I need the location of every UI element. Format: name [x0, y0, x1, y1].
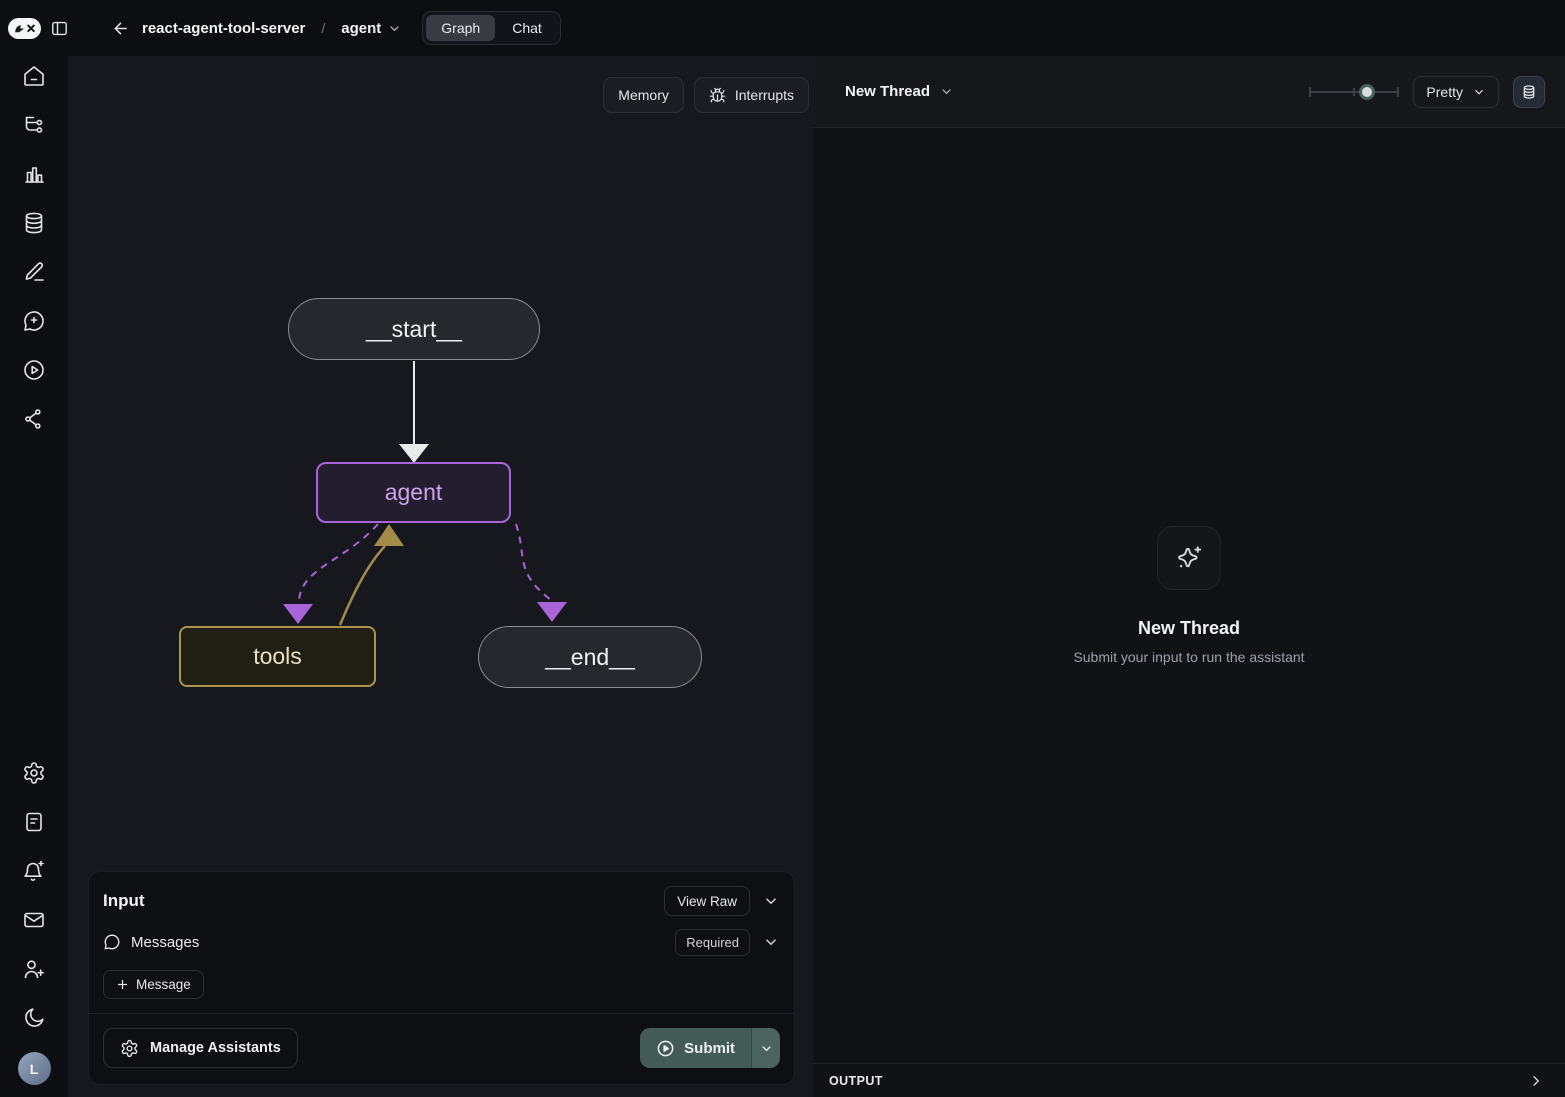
breadcrumb-separator: / — [321, 20, 325, 36]
submit-split-button: Submit — [640, 1028, 780, 1068]
view-mode-switch: Graph Chat — [422, 11, 561, 45]
manage-assistants-label: Manage Assistants — [150, 1040, 281, 1056]
message-bubble-icon — [103, 933, 121, 951]
interrupts-button[interactable]: Interrupts — [694, 77, 809, 113]
chevron-down-icon — [939, 84, 954, 99]
tracing-projects-icon[interactable] — [22, 113, 46, 137]
database-icon — [1521, 84, 1537, 100]
empty-state-subtitle: Submit your input to run the assistant — [1073, 649, 1304, 665]
state-view-button[interactable] — [1513, 76, 1545, 108]
thread-empty-state: New Thread Submit your input to run the … — [813, 128, 1565, 1063]
play-circle-icon — [656, 1039, 675, 1058]
playground-icon[interactable] — [22, 358, 46, 382]
node-end-label: __end__ — [545, 644, 635, 671]
graph-node-tools[interactable]: tools — [179, 626, 376, 687]
node-agent-label: agent — [385, 479, 443, 506]
memory-button[interactable]: Memory — [603, 77, 684, 113]
user-avatar[interactable]: L — [18, 1052, 51, 1085]
sidebar: L — [0, 56, 68, 1097]
app-root: react-agent-tool-server / agent Graph Ch… — [0, 0, 1565, 1097]
output-label: OUTPUT — [829, 1074, 883, 1088]
node-start-label: __start__ — [366, 316, 462, 343]
datasets-icon[interactable] — [22, 211, 46, 235]
monitoring-icon[interactable] — [22, 162, 46, 186]
deployments-icon[interactable] — [22, 407, 46, 431]
input-collapse-icon[interactable] — [762, 892, 780, 910]
interrupts-label: Interrupts — [735, 87, 794, 103]
required-badge: Required — [675, 929, 750, 956]
memory-label: Memory — [618, 87, 669, 103]
render-mode-value: Pretty — [1426, 84, 1463, 100]
prompts-icon[interactable] — [22, 309, 46, 333]
thread-selector[interactable]: New Thread — [845, 83, 954, 100]
view-raw-button[interactable]: View Raw — [664, 886, 750, 916]
thread-panel: New Thread Pretty — [813, 56, 1565, 1097]
chevron-right-icon[interactable] — [1527, 1072, 1545, 1090]
input-panel: Input View Raw Messages Required — [88, 871, 795, 1085]
output-section[interactable]: OUTPUT — [813, 1063, 1565, 1097]
sidebar-toggle-icon[interactable] — [50, 19, 69, 38]
add-message-label: Message — [136, 977, 191, 992]
bug-icon — [709, 87, 726, 104]
notifications-icon[interactable] — [22, 859, 46, 883]
gear-icon — [120, 1039, 139, 1058]
graph-node-start[interactable]: __start__ — [288, 298, 540, 360]
detail-level-slider[interactable] — [1309, 82, 1399, 102]
thread-header: New Thread Pretty — [813, 56, 1565, 128]
messages-collapse-icon[interactable] — [762, 933, 780, 951]
chevron-down-icon — [387, 21, 402, 36]
render-mode-select[interactable]: Pretty — [1413, 76, 1499, 108]
chevron-down-icon — [1472, 85, 1486, 99]
graph-node-end[interactable]: __end__ — [478, 626, 702, 688]
tab-chat[interactable]: Chat — [497, 15, 557, 41]
submit-options-icon[interactable] — [751, 1028, 780, 1068]
thread-title-label: New Thread — [845, 83, 930, 100]
assistant-selector[interactable]: agent — [341, 20, 402, 37]
breadcrumb-project: react-agent-tool-server — [142, 20, 305, 37]
node-tools-label: tools — [253, 643, 302, 670]
plus-icon — [116, 978, 129, 991]
langsmith-logo — [8, 18, 41, 39]
home-icon[interactable] — [22, 64, 46, 88]
input-panel-title: Input — [103, 891, 145, 911]
empty-state-title: New Thread — [1138, 618, 1240, 639]
submit-label: Submit — [684, 1040, 735, 1057]
settings-icon[interactable] — [22, 761, 46, 785]
tab-graph[interactable]: Graph — [426, 15, 495, 41]
slider-handle[interactable] — [1359, 84, 1375, 100]
assistant-name: agent — [341, 20, 381, 37]
graph-canvas[interactable]: Memory Interrupts — [68, 56, 813, 1097]
messages-field-label: Messages — [131, 934, 199, 951]
invite-members-icon[interactable] — [22, 957, 46, 981]
graph-node-agent[interactable]: agent — [316, 462, 511, 523]
graph-toolbar: Memory Interrupts — [603, 77, 809, 113]
back-icon[interactable] — [111, 19, 130, 38]
add-message-button[interactable]: Message — [103, 970, 204, 999]
parrot-tools-icon — [11, 21, 38, 36]
sparkles-icon — [1175, 544, 1203, 572]
documentation-icon[interactable] — [22, 810, 46, 834]
avatar-initial: L — [30, 1061, 39, 1077]
new-thread-card — [1157, 526, 1221, 590]
feedback-icon[interactable] — [22, 908, 46, 932]
submit-button[interactable]: Submit — [640, 1028, 751, 1068]
topbar: react-agent-tool-server / agent Graph Ch… — [0, 0, 1565, 56]
manage-assistants-button[interactable]: Manage Assistants — [103, 1028, 298, 1068]
annotations-icon[interactable] — [22, 260, 46, 284]
color-theme-icon[interactable] — [22, 1006, 46, 1030]
